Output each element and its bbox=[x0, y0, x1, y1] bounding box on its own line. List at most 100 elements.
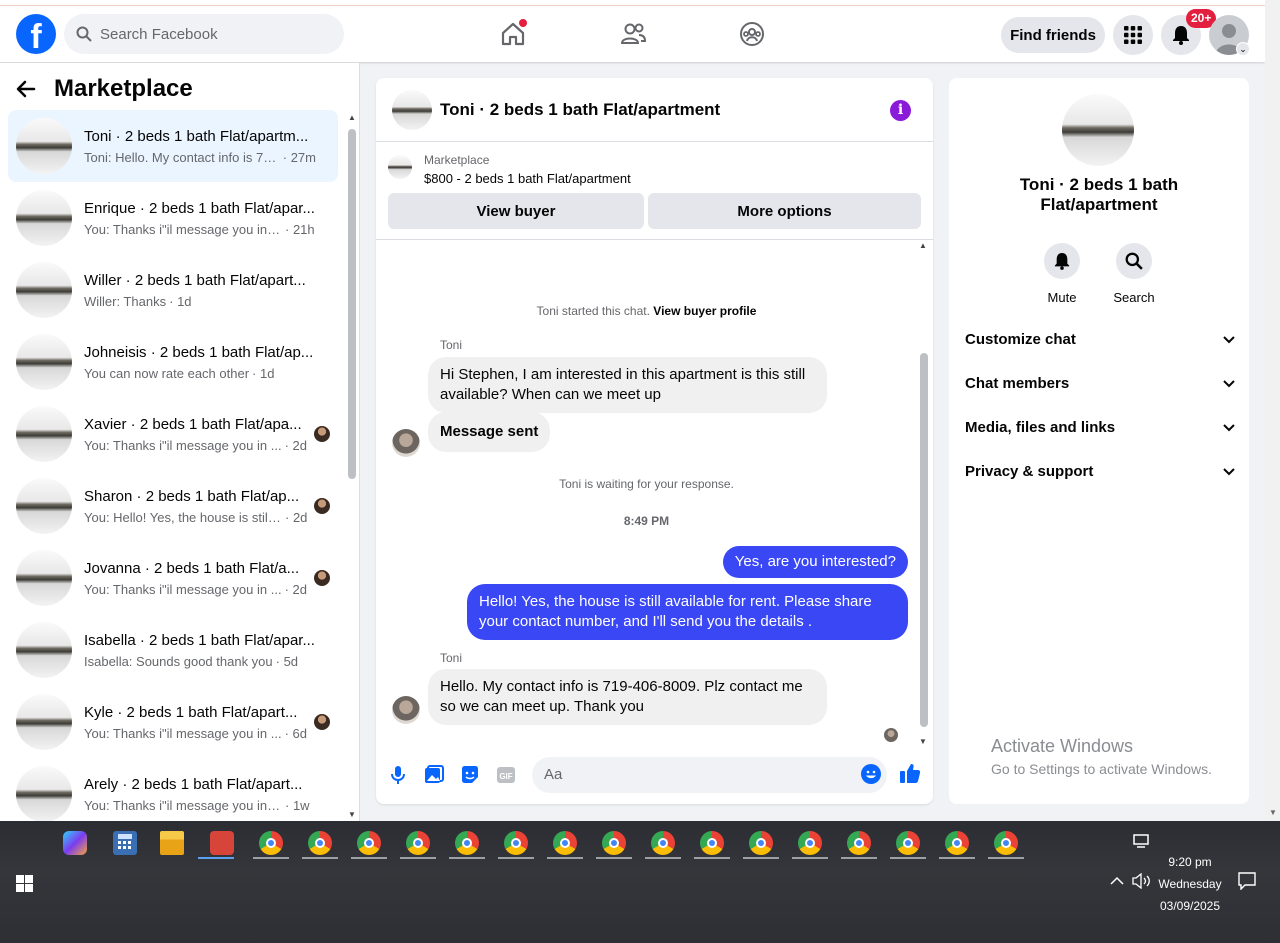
scroll-down-arrow-icon[interactable]: ▼ bbox=[1269, 808, 1277, 817]
conversation-item[interactable]: Jovanna · 2 beds 1 bath Flat/a... You: T… bbox=[8, 542, 338, 614]
volume-icon[interactable] bbox=[1132, 873, 1152, 889]
conversation-item[interactable]: Enrique · 2 beds 1 bath Flat/apar... You… bbox=[8, 182, 338, 254]
panel-listing-avatar[interactable] bbox=[1062, 94, 1134, 166]
listing-thumbnail bbox=[16, 550, 72, 606]
emoji-icon[interactable] bbox=[861, 764, 881, 784]
clock-time: 9:20 pm bbox=[1168, 855, 1212, 869]
sender-avatar[interactable] bbox=[392, 429, 420, 457]
chat-scrollbar[interactable]: ▲ ▼ bbox=[919, 241, 929, 746]
chrome-icon[interactable] bbox=[357, 831, 381, 855]
customize-chat-section[interactable]: Customize chat bbox=[965, 331, 1235, 348]
info-icon[interactable]: i bbox=[890, 100, 911, 121]
menu-grid-icon[interactable] bbox=[1113, 15, 1153, 55]
chevron-down-icon bbox=[1223, 419, 1235, 436]
chrome-icon[interactable] bbox=[308, 831, 332, 855]
search-in-chat-button[interactable]: Search bbox=[1104, 243, 1164, 305]
snipping-tool-icon[interactable] bbox=[210, 831, 234, 855]
chrome-icon[interactable] bbox=[798, 831, 822, 855]
friends-icon[interactable] bbox=[617, 18, 649, 50]
incoming-message[interactable]: Message sent bbox=[428, 412, 551, 452]
chrome-icon[interactable] bbox=[994, 831, 1018, 855]
search-input[interactable]: Search Facebook bbox=[64, 14, 344, 54]
message-input[interactable]: Aa bbox=[532, 757, 887, 793]
mute-button[interactable]: Mute bbox=[1032, 243, 1092, 305]
bell-icon bbox=[1044, 243, 1080, 279]
conversation-item[interactable]: Arely · 2 beds 1 bath Flat/apart... You:… bbox=[8, 758, 338, 830]
chrome-icon[interactable] bbox=[406, 831, 430, 855]
facebook-logo-icon[interactable]: f bbox=[16, 14, 56, 54]
chrome-icon[interactable] bbox=[602, 831, 626, 855]
conversation-item[interactable]: Isabella · 2 beds 1 bath Flat/apar... Is… bbox=[8, 614, 338, 686]
photo-icon[interactable] bbox=[423, 764, 445, 786]
thumbs-up-like-icon[interactable] bbox=[899, 762, 921, 784]
view-buyer-profile-link[interactable]: View buyer profile bbox=[653, 304, 756, 318]
conversation-item[interactable]: Johneisis · 2 beds 1 bath Flat/ap... You… bbox=[8, 326, 338, 398]
chat-started-text: Toni started this chat. bbox=[536, 304, 650, 318]
scroll-down-arrow-icon[interactable]: ▼ bbox=[919, 737, 927, 746]
chrome-icon[interactable] bbox=[700, 831, 724, 855]
chat-title[interactable]: Toni · 2 beds 1 bath Flat/apartment bbox=[440, 100, 720, 120]
system-clock[interactable]: 9:20 pm Wednesday 03/09/2025 bbox=[1150, 851, 1230, 917]
scroll-up-arrow-icon[interactable]: ▲ bbox=[919, 241, 927, 250]
app-running-indicator bbox=[302, 857, 338, 859]
conversation-item[interactable]: Toni · 2 beds 1 bath Flat/apartm... Toni… bbox=[8, 110, 338, 182]
conversation-list: Toni · 2 beds 1 bath Flat/apartm... Toni… bbox=[8, 110, 338, 830]
gif-icon[interactable]: GIF bbox=[495, 764, 517, 786]
more-options-button[interactable]: More options bbox=[648, 193, 921, 229]
notification-center-icon[interactable] bbox=[1238, 872, 1256, 890]
outgoing-message[interactable]: Hello! Yes, the house is still available… bbox=[467, 584, 908, 640]
chrome-icon[interactable] bbox=[504, 831, 528, 855]
active-app-indicator bbox=[198, 857, 234, 859]
windows-taskbar: 9:20 pm Wednesday 03/09/2025 bbox=[0, 821, 1280, 943]
chrome-icon[interactable] bbox=[553, 831, 577, 855]
sender-avatar[interactable] bbox=[392, 696, 420, 724]
chevron-down-icon bbox=[1223, 463, 1235, 480]
chrome-icon[interactable] bbox=[896, 831, 920, 855]
account-chevron-down-icon[interactable]: ⌄ bbox=[1236, 42, 1250, 56]
chrome-icon[interactable] bbox=[455, 831, 479, 855]
file-explorer-icon[interactable] bbox=[160, 831, 184, 855]
chrome-icon[interactable] bbox=[749, 831, 773, 855]
view-buyer-button[interactable]: View buyer bbox=[388, 193, 644, 229]
page-scrollbar[interactable]: ▼ bbox=[1265, 0, 1280, 821]
conversation-item[interactable]: Sharon · 2 beds 1 bath Flat/ap... You: H… bbox=[8, 470, 338, 542]
section-label: Chat members bbox=[965, 375, 1070, 392]
incoming-message[interactable]: Hi Stephen, I am interested in this apar… bbox=[428, 357, 827, 413]
media-files-links-section[interactable]: Media, files and links bbox=[965, 419, 1235, 436]
read-receipt-avatar bbox=[314, 714, 330, 730]
windows-start-icon[interactable] bbox=[16, 875, 33, 892]
copilot-icon[interactable] bbox=[63, 831, 87, 855]
conversation-time: · 2d bbox=[284, 437, 307, 453]
chrome-icon[interactable] bbox=[259, 831, 283, 855]
listing-thumbnail[interactable] bbox=[388, 155, 412, 179]
listing-price[interactable]: $800 - 2 beds 1 bath Flat/apartment bbox=[424, 171, 631, 186]
calculator-icon[interactable] bbox=[113, 831, 137, 855]
incoming-message[interactable]: Hello. My contact info is 719-406-8009. … bbox=[428, 669, 827, 725]
home-icon[interactable] bbox=[497, 18, 529, 50]
scrollbar-thumb[interactable] bbox=[348, 129, 356, 479]
search-icon bbox=[1116, 243, 1152, 279]
microphone-icon[interactable] bbox=[387, 764, 409, 786]
chrome-icon[interactable] bbox=[945, 831, 969, 855]
chat-listing-thumbnail[interactable] bbox=[392, 89, 432, 130]
sticker-icon[interactable] bbox=[459, 764, 481, 786]
find-friends-button[interactable]: Find friends bbox=[1001, 17, 1105, 53]
conversation-item[interactable]: Kyle · 2 beds 1 bath Flat/apart... You: … bbox=[8, 686, 338, 758]
scroll-down-arrow-icon[interactable]: ▼ bbox=[348, 810, 356, 819]
outgoing-message[interactable]: Yes, are you interested? bbox=[722, 546, 908, 578]
scrollbar-thumb[interactable] bbox=[920, 353, 928, 727]
chat-members-section[interactable]: Chat members bbox=[965, 375, 1235, 392]
conversation-list-scrollbar[interactable]: ▲ ▼ bbox=[347, 113, 357, 819]
chrome-icon[interactable] bbox=[651, 831, 675, 855]
marketplace-inbox-sidebar: Marketplace Toni · 2 beds 1 bath Flat/ap… bbox=[0, 63, 360, 822]
privacy-support-section[interactable]: Privacy & support bbox=[965, 463, 1235, 480]
back-arrow-icon[interactable] bbox=[16, 80, 36, 98]
chat-window: Toni · 2 beds 1 bath Flat/apartment i Ma… bbox=[376, 78, 933, 804]
scroll-up-arrow-icon[interactable]: ▲ bbox=[348, 113, 356, 122]
chevron-up-icon[interactable] bbox=[1110, 876, 1124, 886]
conversation-item[interactable]: Xavier · 2 beds 1 bath Flat/apa... You: … bbox=[8, 398, 338, 470]
network-icon[interactable] bbox=[1133, 834, 1151, 850]
groups-icon[interactable] bbox=[736, 18, 768, 50]
chrome-icon[interactable] bbox=[847, 831, 871, 855]
conversation-item[interactable]: Willer · 2 beds 1 bath Flat/apart... Wil… bbox=[8, 254, 338, 326]
